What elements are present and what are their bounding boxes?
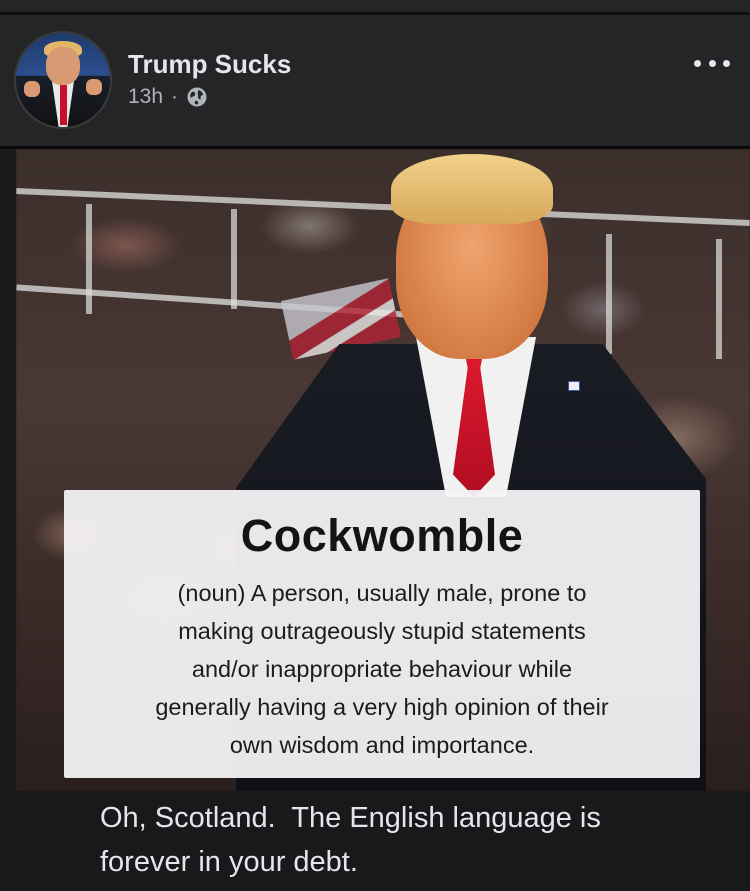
defined-word: Cockwomble — [240, 510, 524, 561]
avatar-face — [46, 47, 80, 85]
definition-line: generally having a very high opinion of … — [155, 694, 609, 720]
railing-post — [231, 209, 237, 309]
avatar-tie — [60, 85, 67, 125]
top-strip — [0, 0, 750, 12]
more-horizontal-icon — [694, 59, 701, 67]
globe-icon[interactable] — [186, 86, 208, 108]
lapel-pin — [568, 381, 580, 391]
definition-line: making outrageously stupid statements — [178, 618, 586, 644]
avatar-fist-left — [24, 81, 40, 97]
post-image[interactable]: Cockwomble (noun) A person, usually male… — [16, 149, 750, 791]
definition-line: own wisdom and importance. — [229, 732, 535, 758]
caption-line: forever in your debt. — [100, 846, 358, 878]
definition-line: (noun) A person, usually male, prone to — [177, 580, 587, 606]
meta-separator: · — [171, 85, 179, 108]
post-header: Trump Sucks 13h · — [0, 15, 750, 146]
author-avatar[interactable] — [16, 33, 110, 127]
railing-post — [716, 239, 722, 359]
hair — [391, 154, 553, 224]
definition-line: and/or inappropriate behaviour while — [191, 656, 573, 682]
avatar-fist-right — [86, 79, 102, 95]
post-meta: 13h · — [128, 85, 208, 109]
definition-box: Cockwomble (noun) A person, usually male… — [64, 490, 700, 778]
railing-post — [606, 234, 612, 354]
caption-line: Oh, Scotland. The English language is — [100, 802, 601, 834]
more-options-button[interactable] — [694, 53, 730, 73]
image-caption: Oh, Scotland. The English language is fo… — [100, 796, 730, 884]
railing-post — [86, 204, 92, 314]
author-name[interactable]: Trump Sucks — [128, 49, 291, 80]
post-timestamp[interactable]: 13h — [128, 85, 163, 109]
definition-text: (noun) A person, usually male, prone to … — [80, 574, 684, 764]
